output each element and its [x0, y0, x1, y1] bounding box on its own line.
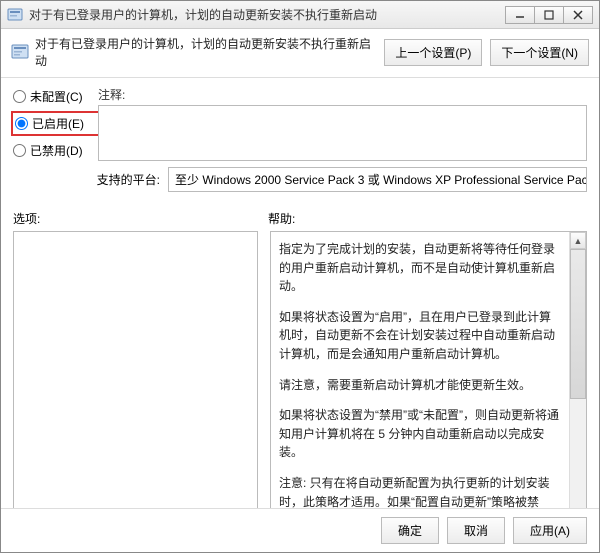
columns-row: 指定为了完成计划的安装，自动更新将等待任何登录的用户重新启动计算机，而不是自动使… — [13, 231, 587, 508]
platform-row: 支持的平台: 至少 Windows 2000 Service Pack 3 或 … — [13, 167, 587, 192]
radio-disabled-label: 已禁用(D) — [30, 142, 83, 159]
column-labels: 选项: 帮助: — [13, 210, 587, 227]
radio-not-configured-label: 未配置(C) — [30, 88, 83, 105]
radio-not-configured[interactable]: 未配置(C) — [13, 88, 98, 105]
cancel-button[interactable]: 取消 — [447, 517, 505, 544]
radio-enabled-label: 已启用(E) — [32, 115, 84, 132]
help-paragraph: 请注意，需要重新启动计算机才能使更新生效。 — [279, 376, 561, 395]
scroll-up-arrow-icon[interactable]: ▲ — [570, 232, 586, 249]
dialog-body: 未配置(C) 已启用(E) 已禁用(D) 注释: 支持的平台: 至少 Windo… — [1, 78, 599, 508]
options-panel — [13, 231, 258, 508]
dialog-window: 对于有已登录用户的计算机，计划的自动更新安装不执行重新启动 对于有已登录用户的计… — [0, 0, 600, 553]
close-button[interactable] — [563, 6, 593, 24]
help-label: 帮助: — [268, 210, 587, 227]
next-setting-button[interactable]: 下一个设置(N) — [490, 39, 589, 66]
help-paragraph: 指定为了完成计划的安装，自动更新将等待任何登录的用户重新启动计算机，而不是自动使… — [279, 240, 561, 296]
scroll-thumb[interactable] — [570, 249, 586, 399]
radio-enabled[interactable]: 已启用(E) — [11, 111, 100, 136]
policy-heading: 对于有已登录用户的计算机，计划的自动更新安装不执行重新启动 — [35, 35, 376, 69]
platform-label: 支持的平台: — [13, 171, 168, 188]
radio-column: 未配置(C) 已启用(E) 已禁用(D) — [13, 86, 98, 159]
previous-setting-button[interactable]: 上一个设置(P) — [384, 39, 482, 66]
policy-icon — [11, 43, 29, 61]
comment-column: 注释: — [98, 86, 587, 161]
toolbar: 对于有已登录用户的计算机，计划的自动更新安装不执行重新启动 上一个设置(P) 下… — [1, 29, 599, 78]
help-text: 指定为了完成计划的安装，自动更新将等待任何登录的用户重新启动计算机，而不是自动使… — [271, 232, 569, 508]
window-controls — [505, 6, 593, 24]
policy-icon — [7, 7, 23, 23]
options-label: 选项: — [13, 210, 268, 227]
titlebar: 对于有已登录用户的计算机，计划的自动更新安装不执行重新启动 — [1, 1, 599, 29]
window-title: 对于有已登录用户的计算机，计划的自动更新安装不执行重新启动 — [29, 6, 505, 23]
help-panel: 指定为了完成计划的安装，自动更新将等待任何登录的用户重新启动计算机，而不是自动使… — [270, 231, 587, 508]
help-paragraph: 如果将状态设置为“启用”，且在用户已登录到此计算机时，自动更新不会在计划安装过程… — [279, 308, 561, 364]
dialog-footer: 确定 取消 应用(A) — [1, 508, 599, 552]
help-scrollbar[interactable]: ▲ ▼ — [569, 232, 586, 508]
radio-enabled-input[interactable] — [15, 117, 28, 130]
radio-disabled-input[interactable] — [13, 144, 26, 157]
comment-input[interactable] — [98, 105, 587, 161]
platform-value: 至少 Windows 2000 Service Pack 3 或 Windows… — [168, 167, 587, 192]
top-config-row: 未配置(C) 已启用(E) 已禁用(D) 注释: — [13, 86, 587, 161]
comment-label: 注释: — [98, 86, 587, 103]
apply-button[interactable]: 应用(A) — [513, 517, 587, 544]
minimize-button[interactable] — [505, 6, 535, 24]
scroll-track[interactable] — [570, 249, 586, 508]
help-paragraph: 注意: 只有在将自动更新配置为执行更新的计划安装时，此策略才适用。如果“配置自动… — [279, 474, 561, 508]
radio-not-configured-input[interactable] — [13, 90, 26, 103]
help-paragraph: 如果将状态设置为“禁用”或“未配置”，则自动更新将通知用户计算机将在 5 分钟内… — [279, 406, 561, 462]
maximize-button[interactable] — [534, 6, 564, 24]
radio-disabled[interactable]: 已禁用(D) — [13, 142, 98, 159]
ok-button[interactable]: 确定 — [381, 517, 439, 544]
